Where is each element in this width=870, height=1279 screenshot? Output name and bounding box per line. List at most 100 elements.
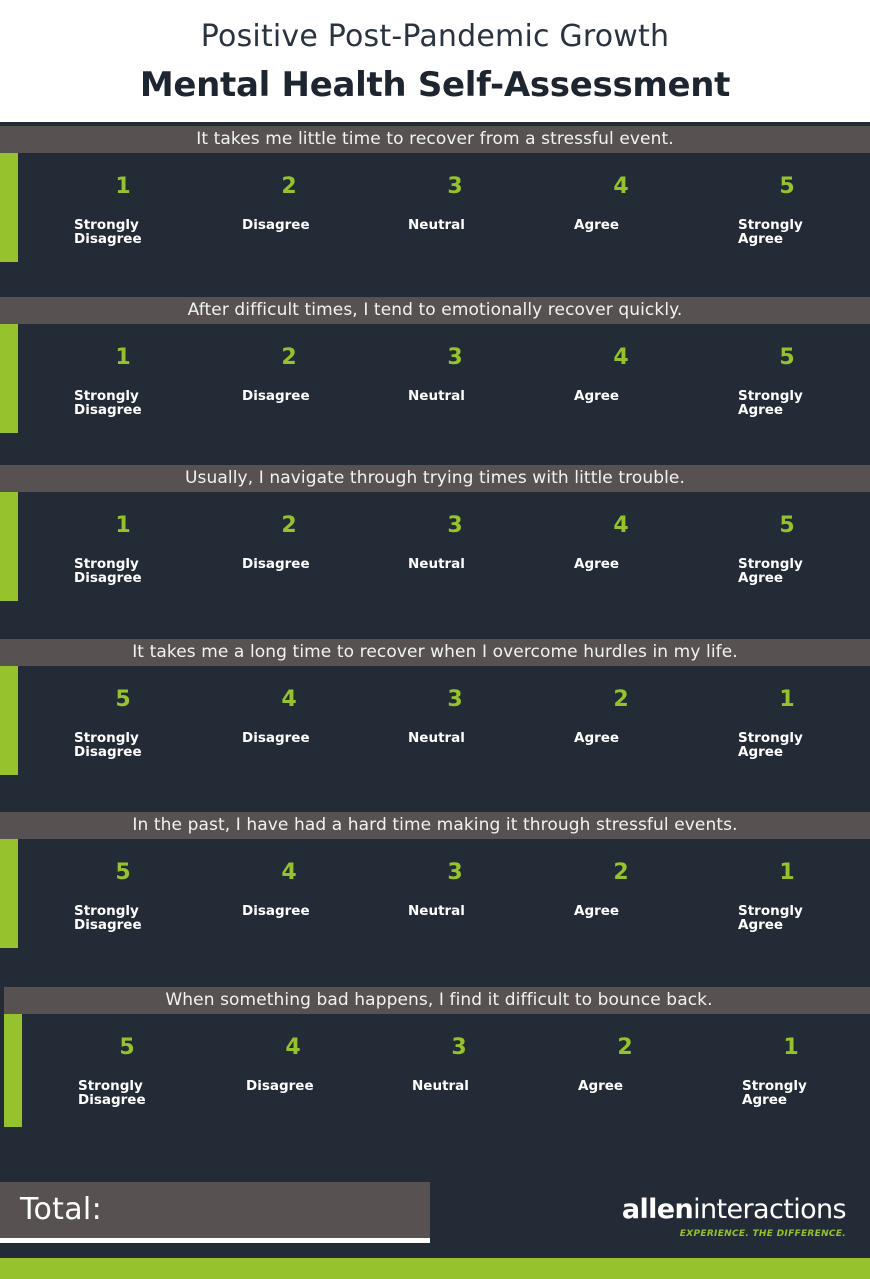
- likert-option[interactable]: 5 Strongly Disagree: [40, 839, 206, 957]
- likert-option[interactable]: 1 Strongly Agree: [704, 839, 870, 957]
- likert-option-number: 5: [779, 345, 795, 370]
- likert-option[interactable]: 3 Neutral: [376, 1014, 542, 1132]
- logo-tagline: EXPERIENCE. THE DIFFERENCE.: [679, 1229, 846, 1239]
- likert-option[interactable]: 3 Neutral: [372, 666, 538, 784]
- likert-option-label: Disagree: [246, 1078, 314, 1094]
- likert-option-number: 1: [779, 860, 795, 885]
- likert-option[interactable]: 2 Agree: [542, 1014, 708, 1132]
- likert-option[interactable]: 2 Agree: [538, 839, 704, 957]
- likert-option[interactable]: 4 Disagree: [206, 839, 372, 957]
- likert-option-label: Agree: [574, 217, 620, 233]
- question-text: After difficult times, I tend to emotion…: [187, 300, 683, 320]
- question-text: When something bad happens, I find it di…: [165, 990, 713, 1010]
- likert-option-number: 5: [115, 860, 131, 885]
- likert-option-label: Agree: [574, 556, 620, 572]
- likert-option-label: Disagree: [242, 388, 310, 404]
- likert-option[interactable]: 3 Neutral: [372, 153, 538, 271]
- likert-option-label: Strongly Agree: [738, 903, 803, 934]
- likert-option-number: 5: [779, 174, 795, 199]
- likert-option-label: Strongly Agree: [738, 388, 803, 419]
- likert-option-number: 2: [281, 345, 297, 370]
- likert-option-label: Strongly Disagree: [74, 556, 142, 587]
- likert-option[interactable]: 4 Agree: [538, 492, 704, 610]
- likert-scale: 1 Strongly Disagree 2 Disagree 3 Neutral 4 Agre…: [40, 153, 870, 271]
- likert-option[interactable]: 2 Disagree: [206, 492, 372, 610]
- likert-option[interactable]: 4 Agree: [538, 153, 704, 271]
- likert-option-number: 1: [779, 687, 795, 712]
- logo-wordmark: alleninteractions: [622, 1196, 847, 1223]
- likert-option-label: Strongly Agree: [738, 556, 803, 587]
- likert-option[interactable]: 1 Strongly Disagree: [40, 492, 206, 610]
- likert-scale: 5 Strongly Disagree 4 Disagree 3 Neutral 2 Agre…: [44, 1014, 870, 1132]
- likert-option-label: Neutral: [408, 217, 465, 233]
- assessment-page: Positive Post-Pandemic Growth Mental Hea…: [0, 0, 870, 1279]
- allen-interactions-logo: alleninteractions EXPERIENCE. THE DIFFER…: [622, 1196, 847, 1239]
- likert-option-number: 4: [281, 687, 297, 712]
- page-title: Mental Health Self-Assessment: [139, 65, 731, 105]
- likert-option-label: Disagree: [242, 556, 310, 572]
- likert-option-number: 3: [447, 860, 463, 885]
- likert-option[interactable]: 1 Strongly Disagree: [40, 153, 206, 271]
- likert-option-label: Strongly Disagree: [74, 730, 142, 761]
- likert-option[interactable]: 4 Disagree: [210, 1014, 376, 1132]
- question-text: It takes me little time to recover from …: [196, 129, 674, 149]
- question-text: Usually, I navigate through trying times…: [185, 468, 685, 488]
- likert-option[interactable]: 1 Strongly Agree: [704, 666, 870, 784]
- likert-option[interactable]: 3 Neutral: [372, 839, 538, 957]
- likert-option[interactable]: 5 Strongly Agree: [704, 153, 870, 271]
- likert-option-number: 1: [115, 345, 131, 370]
- likert-option-label: Disagree: [242, 903, 310, 919]
- likert-option-label: Strongly Agree: [738, 730, 803, 761]
- likert-option[interactable]: 3 Neutral: [372, 492, 538, 610]
- likert-option-label: Neutral: [412, 1078, 469, 1094]
- likert-option[interactable]: 4 Disagree: [206, 666, 372, 784]
- likert-scale: 1 Strongly Disagree 2 Disagree 3 Neutral 4 Agre…: [40, 324, 870, 442]
- likert-option-label: Strongly Disagree: [78, 1078, 146, 1109]
- likert-option-number: 3: [447, 174, 463, 199]
- likert-option-number: 4: [613, 513, 629, 538]
- likert-option-number: 5: [779, 513, 795, 538]
- likert-option-number: 2: [281, 513, 297, 538]
- likert-option-label: Strongly Disagree: [74, 217, 142, 248]
- likert-option[interactable]: 3 Neutral: [372, 324, 538, 442]
- question-text: In the past, I have had a hard time maki…: [132, 815, 738, 835]
- likert-option-number: 5: [115, 687, 131, 712]
- likert-option[interactable]: 1 Strongly Disagree: [40, 324, 206, 442]
- likert-option-number: 4: [613, 174, 629, 199]
- likert-option-number: 5: [119, 1035, 135, 1060]
- likert-option-label: Strongly Disagree: [74, 903, 142, 934]
- likert-option-label: Strongly Agree: [738, 217, 803, 248]
- likert-option-number: 3: [447, 345, 463, 370]
- likert-option-number: 2: [617, 1035, 633, 1060]
- likert-option[interactable]: 2 Disagree: [206, 153, 372, 271]
- likert-option[interactable]: 2 Disagree: [206, 324, 372, 442]
- likert-option-number: 2: [281, 174, 297, 199]
- likert-option-label: Strongly Agree: [742, 1078, 807, 1109]
- likert-scale: 1 Strongly Disagree 2 Disagree 3 Neutral 4 Agre…: [40, 492, 870, 610]
- likert-option-label: Strongly Disagree: [74, 388, 142, 419]
- likert-option[interactable]: 5 Strongly Agree: [704, 492, 870, 610]
- likert-option-number: 3: [447, 687, 463, 712]
- likert-option-number: 3: [451, 1035, 467, 1060]
- likert-option-label: Disagree: [242, 730, 310, 746]
- likert-option[interactable]: 1 Strongly Agree: [708, 1014, 870, 1132]
- likert-option-number: 2: [613, 860, 629, 885]
- likert-scale: 5 Strongly Disagree 4 Disagree 3 Neutral 2 Agre…: [40, 666, 870, 784]
- total-label: Total:: [20, 1192, 102, 1227]
- likert-option-number: 1: [783, 1035, 799, 1060]
- likert-option-label: Disagree: [242, 217, 310, 233]
- question-text: It takes me a long time to recover when …: [132, 642, 738, 662]
- page-eyebrow: Positive Post-Pandemic Growth: [200, 19, 670, 54]
- likert-option-label: Neutral: [408, 556, 465, 572]
- likert-option-number: 1: [115, 174, 131, 199]
- total-box: Total:: [0, 1182, 430, 1238]
- likert-option[interactable]: 4 Agree: [538, 324, 704, 442]
- likert-option[interactable]: 5 Strongly Agree: [704, 324, 870, 442]
- likert-option-label: Neutral: [408, 903, 465, 919]
- likert-option[interactable]: 5 Strongly Disagree: [44, 1014, 210, 1132]
- footer-accent-bar: [0, 1258, 870, 1279]
- likert-option[interactable]: 2 Agree: [538, 666, 704, 784]
- likert-option[interactable]: 5 Strongly Disagree: [40, 666, 206, 784]
- likert-scale: 5 Strongly Disagree 4 Disagree 3 Neutral 2 Agre…: [40, 839, 870, 957]
- page-header: Positive Post-Pandemic Growth Mental Hea…: [0, 0, 870, 122]
